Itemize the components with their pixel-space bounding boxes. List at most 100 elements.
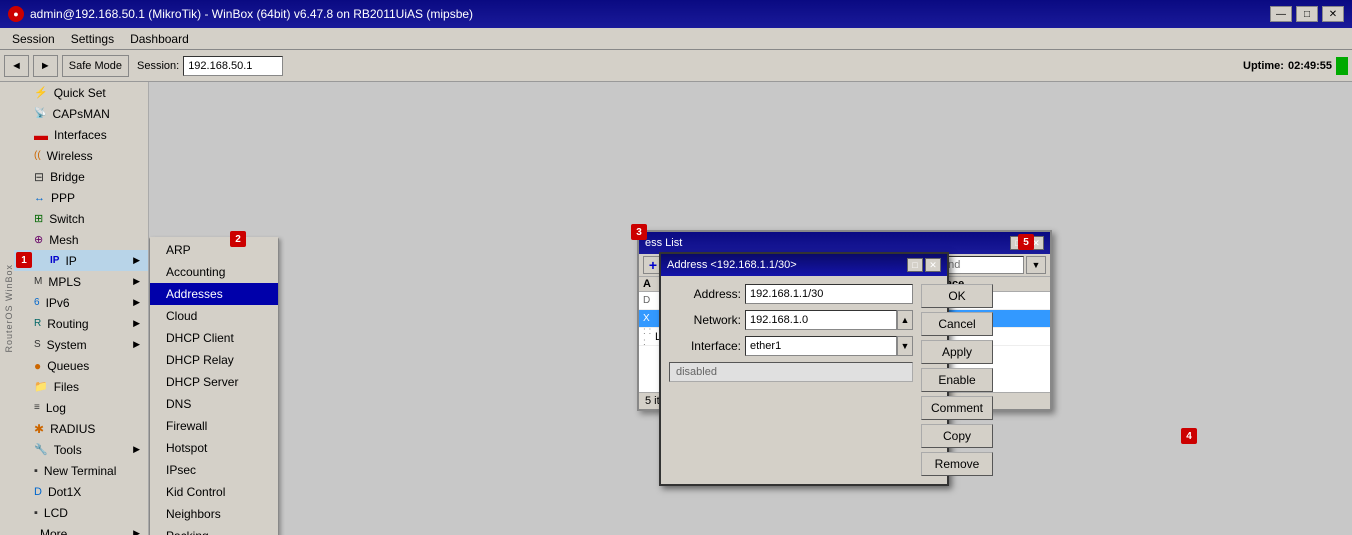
- remove-button[interactable]: Remove: [921, 452, 993, 476]
- sidebar-label-routing: Routing: [47, 317, 88, 331]
- sidebar-item-ip[interactable]: 1 IP IP ▶: [14, 250, 148, 271]
- sidebar-item-tools[interactable]: 🔧 Tools ▶: [14, 439, 148, 460]
- sidebar-label-interfaces: Interfaces: [54, 128, 107, 142]
- cancel-button[interactable]: Cancel: [921, 312, 993, 336]
- address-edit-controls[interactable]: □ ✕: [907, 258, 941, 272]
- sidebar-item-new-terminal[interactable]: ▪ New Terminal: [14, 460, 148, 481]
- address-field-row: Address:: [669, 284, 913, 304]
- sidebar-item-more[interactable]: More ▶: [14, 523, 148, 535]
- safe-mode-button[interactable]: Safe Mode: [62, 55, 129, 77]
- sidebar-item-ppp[interactable]: ↔ PPP: [14, 187, 148, 208]
- quick-set-icon: ⚡: [34, 86, 48, 99]
- submenu-accounting[interactable]: Accounting: [150, 261, 278, 283]
- sidebar-item-dot1x[interactable]: D Dot1X: [14, 481, 148, 502]
- menu-dashboard[interactable]: Dashboard: [122, 30, 197, 48]
- network-input[interactable]: [745, 310, 897, 330]
- log-icon: ≡: [34, 402, 40, 413]
- sidebar-item-files[interactable]: 📁 Files: [14, 376, 148, 397]
- back-button[interactable]: ◄: [4, 55, 29, 77]
- sidebar-item-bridge[interactable]: ⊟ Bridge: [14, 166, 148, 187]
- submenu-dhcp-relay[interactable]: DHCP Relay: [150, 349, 278, 371]
- menu-settings[interactable]: Settings: [63, 30, 122, 48]
- sidebar-item-radius[interactable]: ✱ RADIUS: [14, 418, 148, 439]
- sidebar-item-quick-set[interactable]: ⚡ Quick Set: [14, 82, 148, 103]
- tools-icon: 🔧: [34, 443, 48, 456]
- title-bar-text: admin@192.168.50.1 (MikroTik) - WinBox (…: [30, 7, 473, 21]
- system-icon: S: [34, 339, 41, 350]
- sidebar-item-interfaces[interactable]: ▬ Interfaces: [14, 124, 148, 145]
- title-bar-controls[interactable]: — □ ✕: [1270, 6, 1344, 22]
- address-edit-title-text: Address <192.168.1.1/30>: [667, 259, 797, 271]
- submenu-cloud[interactable]: Cloud: [150, 305, 278, 327]
- uptime-value: 02:49:55: [1288, 60, 1332, 72]
- sidebar-label-log: Log: [46, 401, 66, 415]
- submenu-arp[interactable]: ARP: [150, 239, 278, 261]
- interface-input[interactable]: [745, 336, 897, 356]
- sidebar-item-switch[interactable]: ⊞ Switch: [14, 208, 148, 229]
- ip-submenu: 2 ARP Accounting Addresses Cloud DHCP Cl…: [149, 237, 279, 535]
- sidebar-item-routing[interactable]: R Routing ▶: [14, 313, 148, 334]
- address-input[interactable]: [745, 284, 913, 304]
- submenu-dhcp-client[interactable]: DHCP Client: [150, 327, 278, 349]
- address-list-title-bar[interactable]: ess List □ ✕: [639, 232, 1050, 254]
- submenu-firewall[interactable]: Firewall: [150, 415, 278, 437]
- sidebar-label-switch: Switch: [49, 212, 84, 226]
- sidebar-item-lcd[interactable]: ▪ LCD: [14, 502, 148, 523]
- mpls-icon: M: [34, 276, 42, 287]
- apply-button[interactable]: Apply: [921, 340, 993, 364]
- address-edit-restore-btn[interactable]: □: [907, 258, 923, 272]
- minimize-button[interactable]: —: [1270, 6, 1292, 22]
- menu-session[interactable]: Session: [4, 30, 63, 48]
- ip-icon: IP: [50, 255, 59, 266]
- network-dropdown-btn[interactable]: ▲: [897, 310, 913, 330]
- row2-indicator: X: [643, 313, 655, 324]
- terminal-icon: ▪: [34, 465, 38, 477]
- badge-2: 2: [230, 231, 246, 247]
- find-dropdown-btn[interactable]: ▼: [1026, 256, 1046, 274]
- uptime-indicator: [1336, 57, 1348, 75]
- ok-button[interactable]: OK: [921, 284, 993, 308]
- enable-button[interactable]: Enable: [921, 368, 993, 392]
- toolbar: ◄ ► Safe Mode Session: Uptime: 02:49:55: [0, 50, 1352, 82]
- address-edit-title-bar[interactable]: Address <192.168.1.1/30> □ ✕: [661, 254, 947, 276]
- sidebar-label-radius: RADIUS: [50, 422, 95, 436]
- capsman-icon: 📡: [34, 108, 46, 119]
- lcd-icon: ▪: [34, 507, 38, 519]
- sidebar-item-capsman[interactable]: 📡 CAPsMAN: [14, 103, 148, 124]
- content-area: 2 ARP Accounting Addresses Cloud DHCP Cl…: [149, 82, 1352, 535]
- routing-icon: R: [34, 318, 41, 329]
- submenu-hotspot[interactable]: Hotspot: [150, 437, 278, 459]
- system-arrow-icon: ▶: [133, 339, 140, 350]
- ppp-icon: ↔: [34, 192, 45, 204]
- close-button[interactable]: ✕: [1322, 6, 1344, 22]
- forward-button[interactable]: ►: [33, 55, 58, 77]
- sidebar-item-wireless[interactable]: (( Wireless: [14, 145, 148, 166]
- submenu-dns[interactable]: DNS: [150, 393, 278, 415]
- address-edit-close-btn[interactable]: ✕: [925, 258, 941, 272]
- sidebar: ⚡ Quick Set 📡 CAPsMAN ▬ Interfaces (( Wi…: [14, 82, 149, 535]
- sidebar-item-mpls[interactable]: M MPLS ▶: [14, 271, 148, 292]
- submenu-addresses[interactable]: Addresses: [150, 283, 278, 305]
- sidebar-item-system[interactable]: S System ▶: [14, 334, 148, 355]
- submenu-dhcp-server[interactable]: DHCP Server: [150, 371, 278, 393]
- submenu-neighbors[interactable]: Neighbors: [150, 503, 278, 525]
- badge-3: 3: [631, 224, 647, 240]
- sidebar-item-log[interactable]: ≡ Log: [14, 397, 148, 418]
- session-input[interactable]: [183, 56, 283, 76]
- copy-button[interactable]: Copy: [921, 424, 993, 448]
- interface-label: Interface:: [669, 339, 741, 353]
- sidebar-label-mesh: Mesh: [49, 233, 78, 247]
- sidebar-label-new-terminal: New Terminal: [44, 464, 116, 478]
- sidebar-label-capsman: CAPsMAN: [52, 107, 109, 121]
- submenu-ipsec[interactable]: IPsec: [150, 459, 278, 481]
- sidebar-item-queues[interactable]: ● Queues: [14, 355, 148, 376]
- sidebar-item-ipv6[interactable]: 6 IPv6 ▶: [14, 292, 148, 313]
- comment-button[interactable]: Comment: [921, 396, 993, 420]
- maximize-button[interactable]: □: [1296, 6, 1318, 22]
- submenu-packing[interactable]: Packing: [150, 525, 278, 535]
- sidebar-item-mesh[interactable]: ⊕ Mesh: [14, 229, 148, 250]
- submenu-kid-control[interactable]: Kid Control: [150, 481, 278, 503]
- session-label: Session:: [137, 60, 179, 72]
- routing-arrow-icon: ▶: [133, 318, 140, 329]
- interface-dropdown-btn[interactable]: ▼: [897, 336, 913, 356]
